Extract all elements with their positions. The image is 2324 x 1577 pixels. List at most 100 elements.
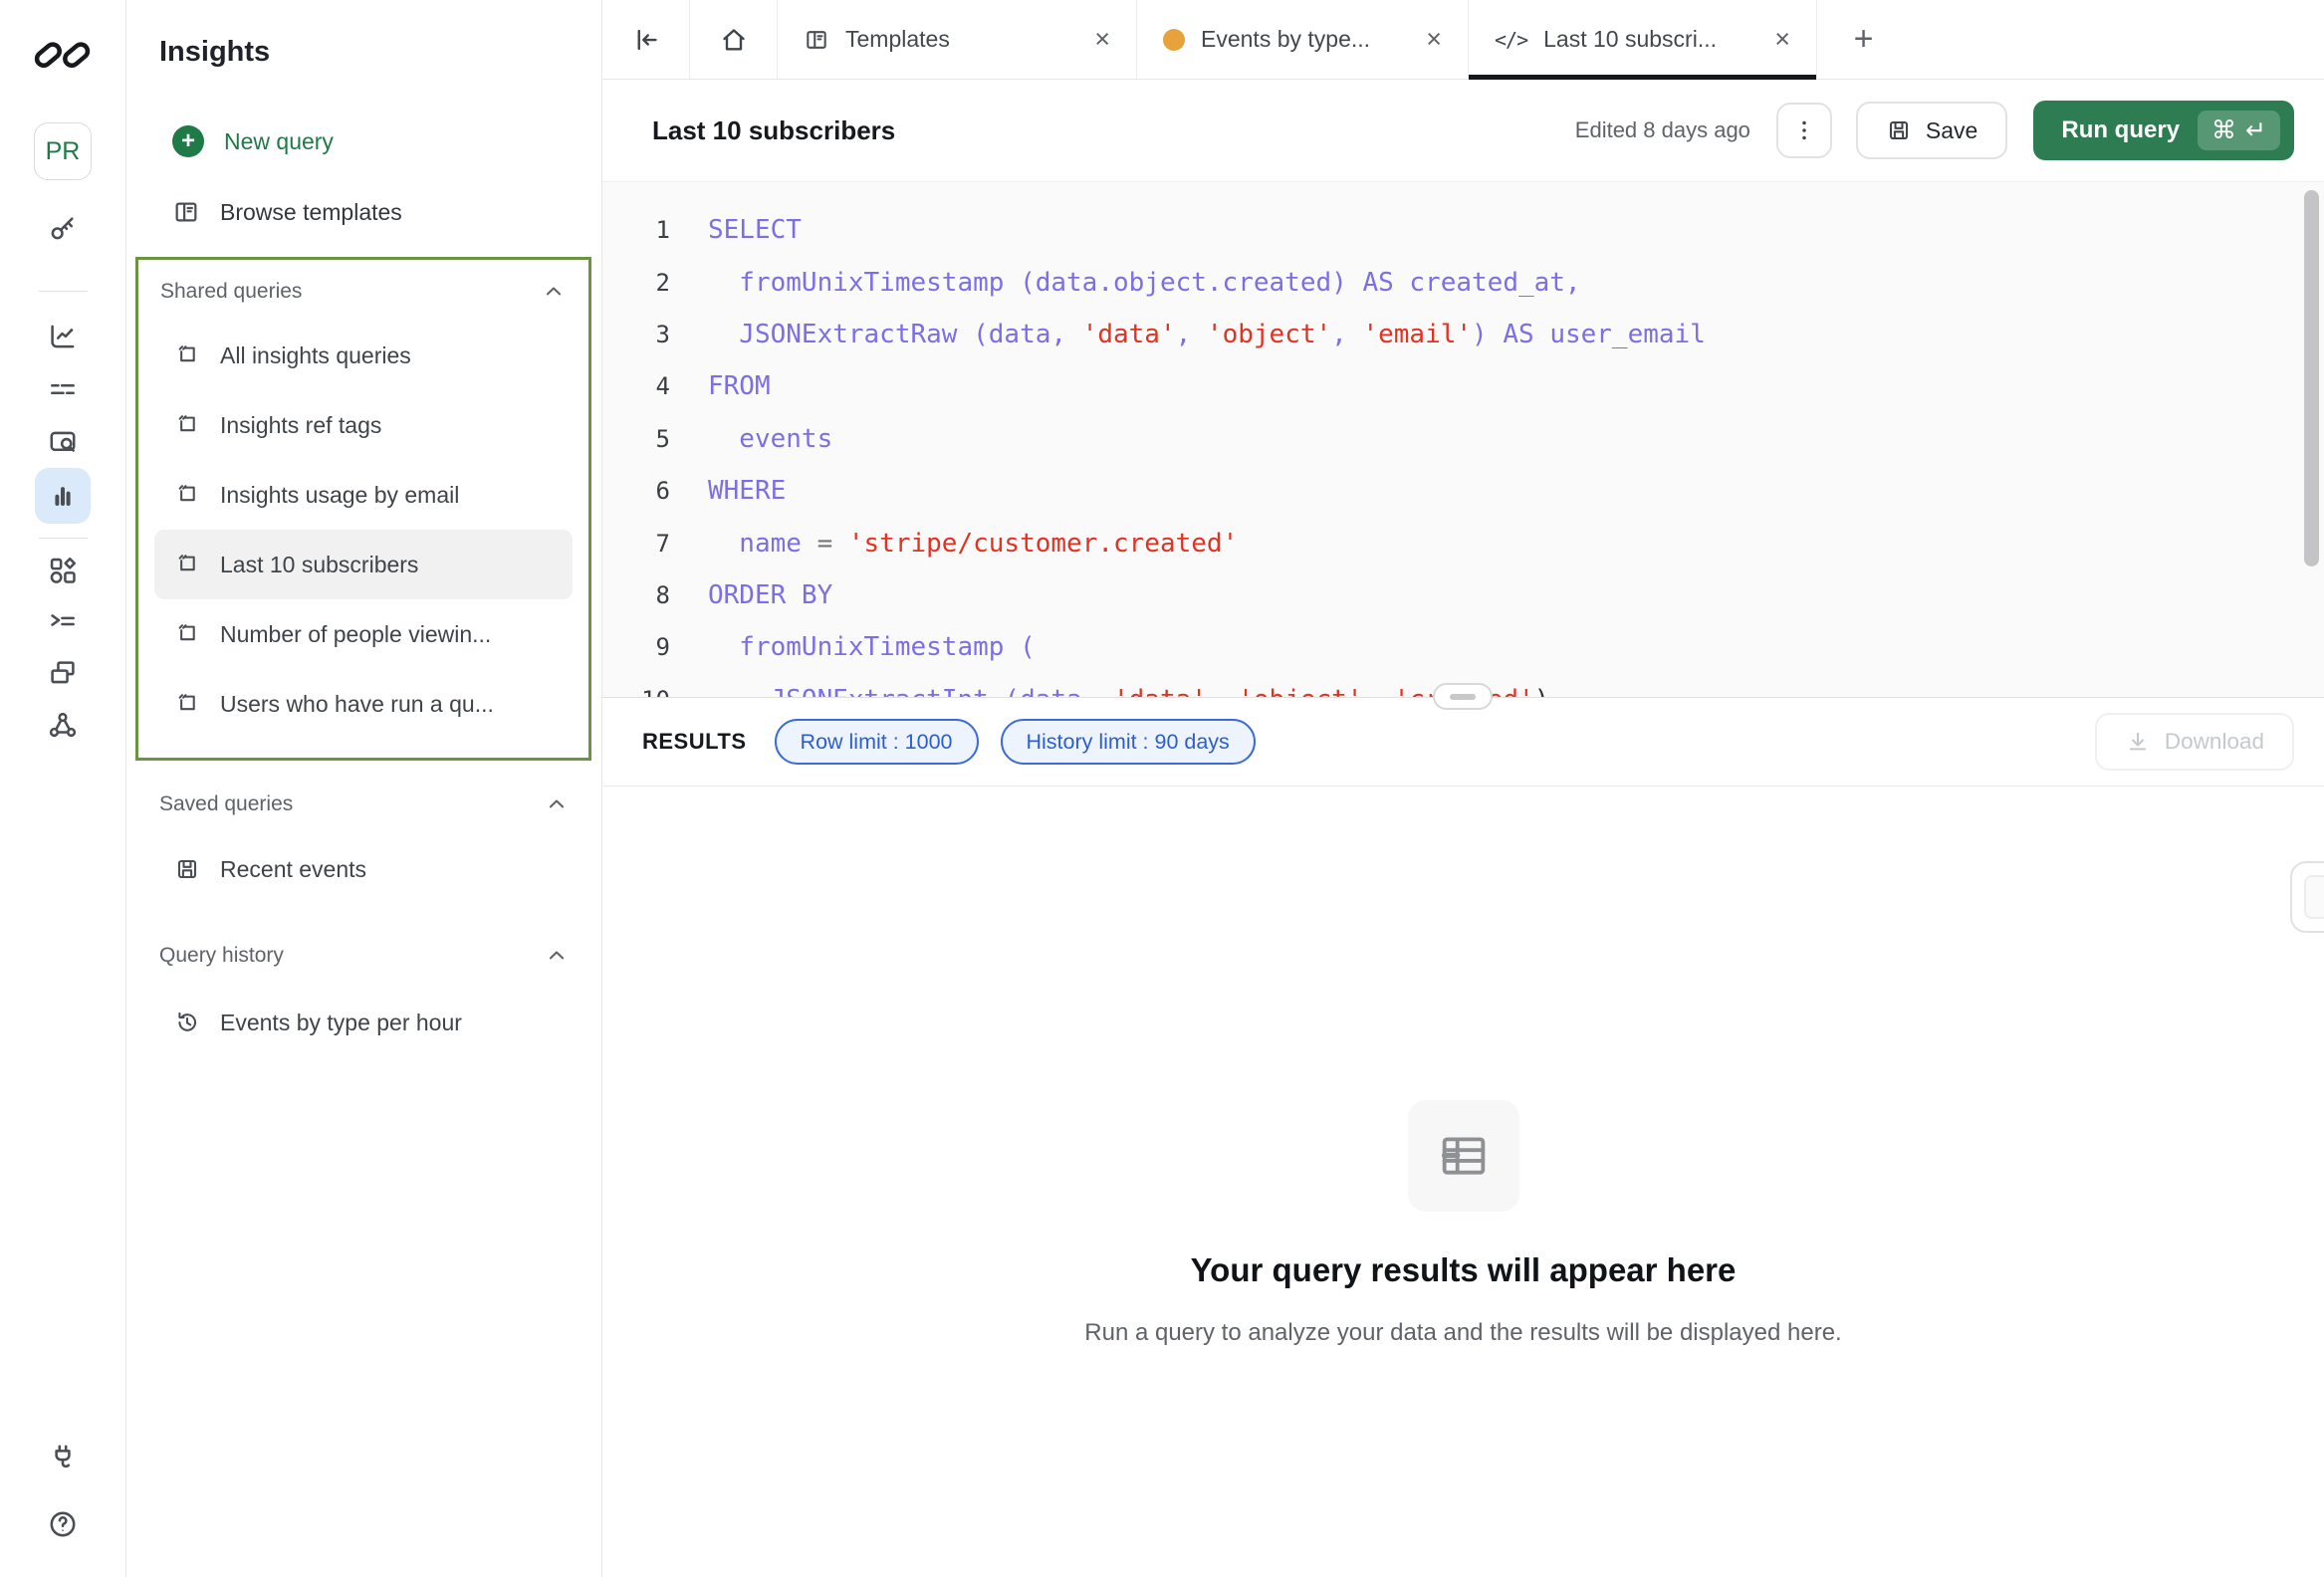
sidebar-item-label: Last 10 subscribers <box>220 552 418 578</box>
code-text: JSONExtractRaw (data, 'data', 'object', … <box>670 320 1706 349</box>
run-shortcut-badge: ⌘ ↵ <box>2198 111 2280 150</box>
app-logo-icon[interactable] <box>31 36 95 74</box>
download-icon <box>2125 729 2151 755</box>
rail-divider <box>39 538 88 539</box>
close-icon[interactable]: × <box>1770 24 1794 55</box>
empty-results-subtext: Run a query to analyze your data and the… <box>1026 1313 1902 1353</box>
code-line: 4FROM <box>602 360 2324 412</box>
history-icon <box>174 1010 200 1035</box>
resize-handle-grip <box>1450 694 1476 700</box>
code-line: 8ORDER BY <box>602 569 2324 621</box>
line-number: 2 <box>602 269 670 297</box>
code-line: 9 fromUnixTimestamp ( <box>602 621 2324 673</box>
editor-scrollbar[interactable] <box>2304 190 2319 566</box>
code-lines: 1SELECT2 fromUnixTimestamp (data.object.… <box>602 182 2324 697</box>
sidebar-item-number-of-people-viewin[interactable]: Number of people viewin... <box>154 599 573 669</box>
download-label: Download <box>2165 729 2264 755</box>
orange-dot-icon <box>1163 29 1185 51</box>
sidebar-item-label: Number of people viewin... <box>220 621 491 648</box>
empty-results-title: Your query results will appear here <box>1006 1251 1922 1289</box>
new-tab-button[interactable]: + <box>1817 0 1911 79</box>
filters-icon[interactable] <box>47 373 79 405</box>
sidebar-item-all-insights-queries[interactable]: All insights queries <box>154 321 573 390</box>
results-limit-pill-history-limit-90-days[interactable]: History limit : 90 days <box>1001 719 1256 765</box>
close-icon[interactable]: × <box>1090 24 1114 55</box>
sidebar-item-recent-events[interactable]: Recent events <box>126 834 601 904</box>
code-line: 7 name = 'stripe/customer.created' <box>602 517 2324 568</box>
line-number: 7 <box>602 530 670 558</box>
terminal-icon[interactable] <box>47 604 79 636</box>
line-number: 3 <box>602 321 670 348</box>
results-limit-pill-row-limit-1000[interactable]: Row limit : 1000 <box>775 719 979 765</box>
download-button[interactable]: Download <box>2095 713 2294 771</box>
doc-search-icon[interactable] <box>47 426 79 458</box>
help-icon[interactable] <box>47 1508 79 1540</box>
sidebar-item-insights-ref-tags[interactable]: Insights ref tags <box>154 390 573 460</box>
empty-results-state: Your query results will appear here Run … <box>1006 1100 1922 1353</box>
shared-queries-header[interactable]: Shared queries <box>138 272 588 312</box>
code-text: FROM <box>670 371 771 401</box>
browse-templates-label: Browse templates <box>220 199 402 226</box>
sidebar-item-label: Insights usage by email <box>220 482 459 509</box>
new-query-label: New query <box>224 128 334 155</box>
resize-handle[interactable] <box>1433 683 1493 710</box>
bar-chart-icon-active[interactable] <box>35 468 91 524</box>
shared-query-icon <box>174 552 200 577</box>
browse-templates-button[interactable]: Browse templates <box>126 184 601 240</box>
sidebar-item-insights-usage-by-email[interactable]: Insights usage by email <box>154 460 573 530</box>
query-header: Last 10 subscribers Edited 8 days ago Sa… <box>602 80 2324 182</box>
sidebar-item-events-by-type-per-hour[interactable]: Events by type per hour <box>126 988 601 1057</box>
code-icon: </> <box>1495 28 1527 52</box>
plug-icon[interactable] <box>47 1442 79 1473</box>
sidebar-item-last-10-subscribers[interactable]: Last 10 subscribers <box>154 530 573 599</box>
line-number: 10 <box>602 686 670 697</box>
shared-query-icon <box>174 482 200 508</box>
sidebar-item-label: Recent events <box>220 856 366 883</box>
key-icon[interactable] <box>47 212 79 244</box>
code-text: fromUnixTimestamp ( <box>670 632 1036 662</box>
sidebar-item-users-who-have-run-a-qu[interactable]: Users who have run a qu... <box>154 669 573 739</box>
close-icon[interactable]: × <box>1422 24 1446 55</box>
icon-rail: PR <box>0 0 126 1577</box>
more-options-button[interactable] <box>1776 103 1832 158</box>
avatar[interactable]: PR <box>34 122 92 180</box>
plus-circle-icon: + <box>172 125 204 157</box>
shared-queries-title: Shared queries <box>160 280 302 304</box>
new-query-button[interactable]: + New query <box>126 113 601 169</box>
save-label: Save <box>1926 117 1977 144</box>
code-text: ORDER BY <box>670 580 832 610</box>
save-button[interactable]: Save <box>1856 102 2007 159</box>
insights-sidebar: Insights + New query Browse templates Sh… <box>126 0 602 1577</box>
save-icon <box>1886 117 1912 143</box>
code-line: 5 events <box>602 413 2324 465</box>
side-panel-toggle[interactable] <box>2290 861 2324 933</box>
tab-events-by-type[interactable]: Events by type...× <box>1137 0 1469 79</box>
shapes-icon[interactable] <box>47 555 79 586</box>
results-area: Your query results will appear here Run … <box>602 787 2324 1577</box>
run-query-button[interactable]: Run query ⌘ ↵ <box>2033 101 2294 160</box>
tab-templates[interactable]: Templates× <box>778 0 1137 79</box>
sidebar-item-label: Users who have run a qu... <box>220 691 494 718</box>
chevron-up-icon[interactable] <box>544 943 570 969</box>
windows-icon[interactable] <box>47 657 79 689</box>
shared-query-icon <box>174 412 200 438</box>
enter-icon: ↵ <box>2245 115 2266 145</box>
saved-queries-header[interactable]: Saved queries <box>126 777 601 832</box>
home-button[interactable] <box>690 0 778 79</box>
collapse-sidebar-button[interactable] <box>602 0 690 79</box>
query-history-header[interactable]: Query history <box>126 928 601 984</box>
tab-bar: Templates×Events by type...×</>Last 10 s… <box>602 0 2324 80</box>
sql-editor[interactable]: 1SELECT2 fromUnixTimestamp (data.object.… <box>602 182 2324 697</box>
side-panel-toggle-inner <box>2304 875 2324 919</box>
tab-last-10-subscri[interactable]: </>Last 10 subscri...× <box>1469 0 1817 79</box>
sidebar-item-label: Events by type per hour <box>220 1010 462 1036</box>
webhook-icon[interactable] <box>47 709 79 741</box>
chevron-up-icon[interactable] <box>544 791 570 817</box>
line-chart-icon[interactable] <box>47 321 79 352</box>
sidebar-item-label: Insights ref tags <box>220 412 381 439</box>
results-limit-pills: Row limit : 1000 History limit : 90 days <box>775 719 1256 765</box>
chevron-up-icon[interactable] <box>541 279 567 305</box>
line-number: 4 <box>602 372 670 400</box>
code-text: SELECT <box>670 215 802 245</box>
code-text: JSONExtractInt (data, 'data', 'object', … <box>670 685 1549 697</box>
